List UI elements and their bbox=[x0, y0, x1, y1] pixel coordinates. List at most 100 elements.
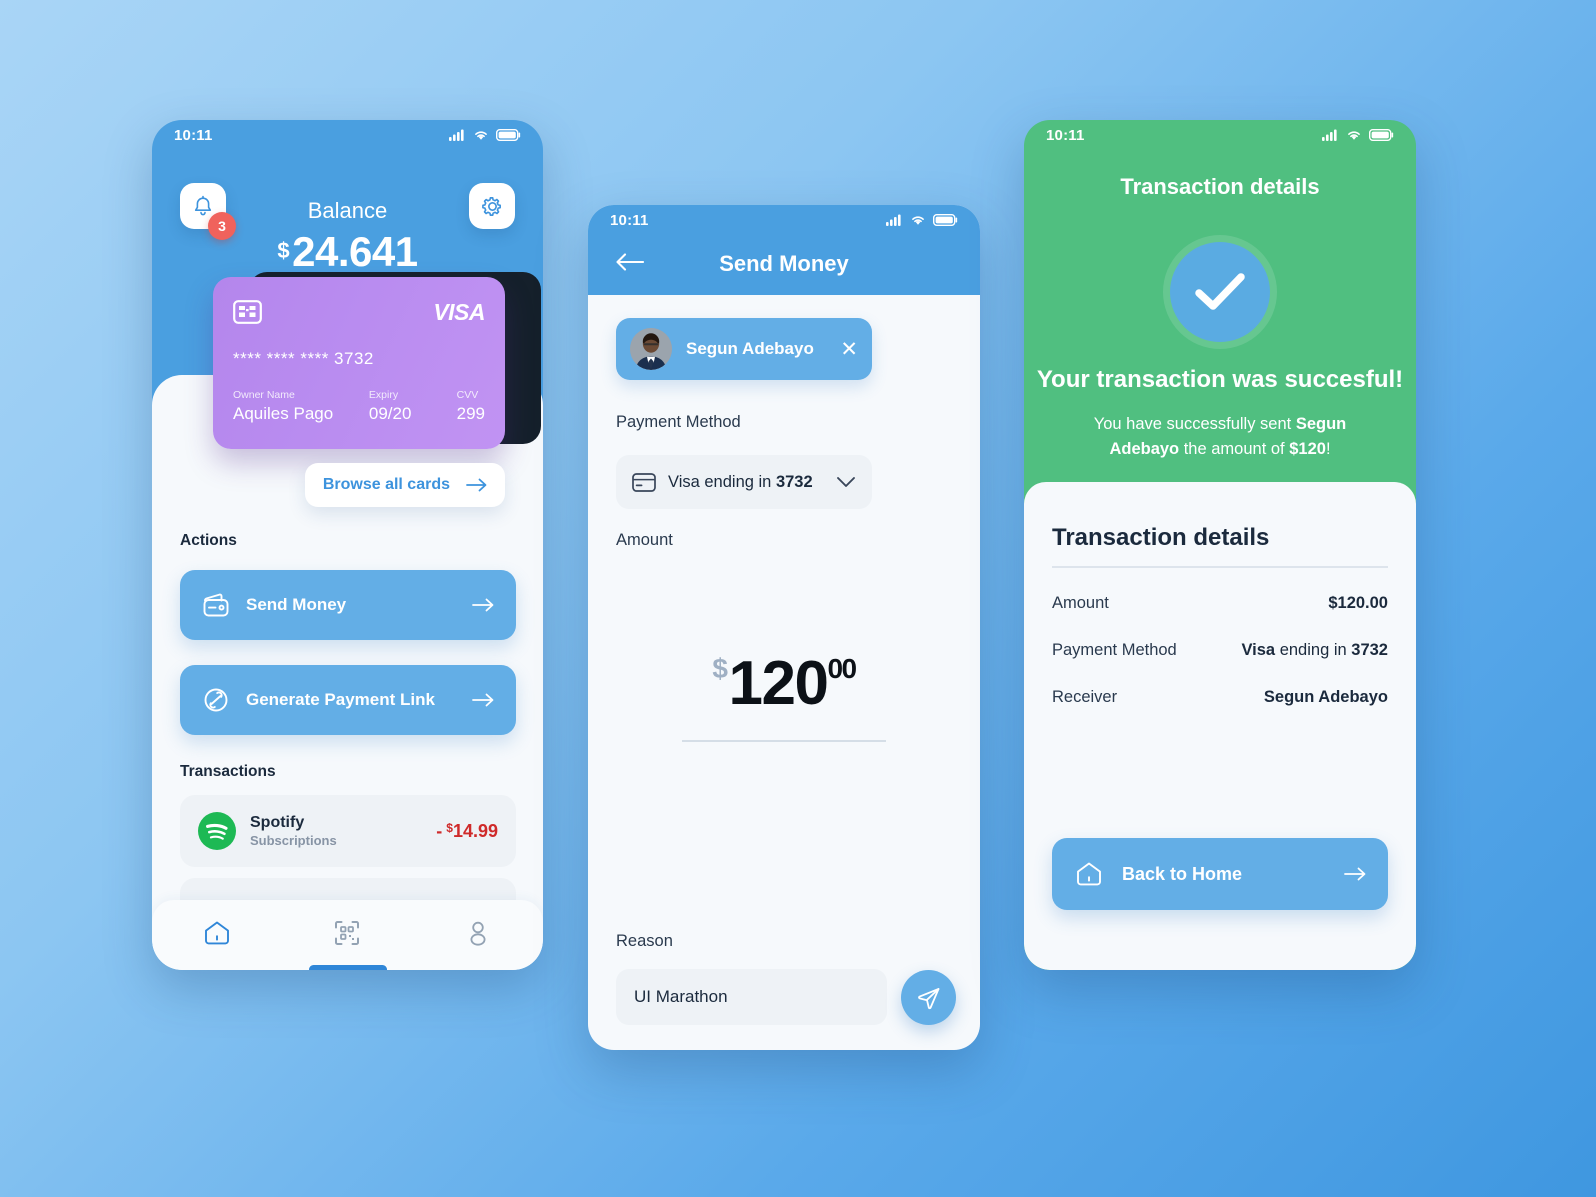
card-expiry-value: 09/20 bbox=[368, 404, 412, 423]
transaction-details-title: Transaction details bbox=[1052, 524, 1270, 551]
qr-code-icon bbox=[335, 920, 360, 945]
credit-card[interactable]: VISA **** **** **** 3732 Owner Name Aqui… bbox=[213, 277, 505, 449]
wifi-icon bbox=[475, 131, 487, 140]
chevron-down-icon bbox=[837, 477, 855, 487]
card-chip-icon bbox=[233, 300, 262, 324]
cellular-signal-icon bbox=[886, 214, 901, 226]
success-header-title: Transaction details bbox=[1120, 174, 1320, 199]
divider bbox=[1052, 566, 1388, 568]
success-subtext-pre: You have successfully sent bbox=[1093, 415, 1296, 433]
transaction-category: Subscriptions bbox=[250, 832, 337, 848]
detail-row-payment-method: Payment Method Visa ending in 3732 bbox=[1052, 641, 1388, 660]
success-subtext-amount: $120 bbox=[1289, 439, 1326, 458]
card-owner-label: Owner Name bbox=[233, 389, 295, 401]
detail-row-receiver: Receiver Segun Adebayo bbox=[1052, 688, 1388, 707]
transaction-sign: - bbox=[436, 820, 443, 841]
amount-currency: $ bbox=[712, 653, 728, 684]
status-time: 10:11 bbox=[1046, 126, 1085, 144]
amount-whole: 120 bbox=[728, 649, 828, 718]
amount-value[interactable]: $12000 bbox=[588, 648, 980, 719]
card-cvv-value: 299 bbox=[456, 404, 485, 423]
check-mark-icon bbox=[1195, 273, 1245, 310]
success-subtext-post: ! bbox=[1325, 439, 1331, 458]
detail-label: Receiver bbox=[1052, 687, 1118, 706]
amount-cents: 00 bbox=[827, 653, 857, 684]
arrow-right-icon bbox=[1344, 867, 1366, 881]
success-check-badge bbox=[1170, 242, 1270, 342]
transaction-name: Spotify bbox=[250, 813, 305, 831]
generate-payment-link-action-label: Generate Payment Link bbox=[246, 690, 435, 709]
transaction-row[interactable]: Spotify Subscriptions - $14.99 bbox=[180, 795, 516, 867]
payment-method-label: Payment Method bbox=[616, 413, 741, 431]
sidebar-item-home[interactable] bbox=[202, 918, 232, 953]
reason-label: Reason bbox=[616, 932, 673, 950]
detail-label: Payment Method bbox=[1052, 640, 1177, 659]
status-bar: 10:11 bbox=[1024, 120, 1416, 150]
paper-plane-icon bbox=[917, 987, 939, 1009]
status-bar: 10:11 bbox=[588, 205, 980, 235]
transaction-details-sheet: Transaction details Amount $120.00 Payme… bbox=[1024, 482, 1416, 970]
detail-value-mid: ending in bbox=[1275, 640, 1352, 659]
detail-value: $120.00 bbox=[1328, 593, 1388, 612]
amount-label: Amount bbox=[616, 531, 673, 549]
close-icon[interactable]: ✕ bbox=[840, 339, 858, 360]
recipient-chip[interactable]: Segun Adebayo ✕ bbox=[616, 318, 872, 380]
phone-home-screen: 10:11 3 Balance $24.641 VISA **** **** *… bbox=[152, 120, 543, 970]
payment-method-last4: 3732 bbox=[775, 472, 813, 491]
detail-label: Amount bbox=[1052, 593, 1109, 612]
link-icon bbox=[204, 688, 228, 712]
card-stack[interactable]: VISA **** **** **** 3732 Owner Name Aqui… bbox=[213, 272, 541, 454]
arrow-right-icon bbox=[472, 693, 494, 707]
wifi-icon bbox=[912, 216, 924, 225]
success-subtext-mid: the amount of bbox=[1179, 439, 1290, 458]
wallet-icon bbox=[203, 593, 229, 617]
transactions-section-title: Transactions bbox=[180, 763, 276, 780]
phone-transaction-success-screen: 10:11 Transaction details Your transacti… bbox=[1024, 120, 1416, 970]
card-brand-label: VISA bbox=[433, 298, 485, 325]
recipient-avatar bbox=[630, 328, 672, 370]
transaction-amount: - $14.99 bbox=[436, 821, 498, 842]
cellular-signal-icon bbox=[449, 129, 464, 141]
send-money-action-label: Send Money bbox=[246, 595, 347, 614]
phone-send-money-screen: 10:11 Send Money Segun Adebayo ✕ Payment… bbox=[588, 205, 980, 1050]
browse-all-cards-label: Browse all cards bbox=[322, 476, 450, 493]
generate-payment-link-action-button[interactable]: Generate Payment Link bbox=[180, 665, 516, 735]
payment-method-select[interactable]: Visa ending in 3732 bbox=[616, 455, 872, 509]
battery-icon bbox=[1369, 129, 1394, 141]
status-bar: 10:11 bbox=[152, 120, 543, 150]
reason-input[interactable] bbox=[616, 969, 887, 1025]
payment-method-text: Visa ending in 3732 bbox=[668, 473, 813, 492]
send-button[interactable] bbox=[901, 970, 956, 1025]
send-money-action-button[interactable]: Send Money bbox=[180, 570, 516, 640]
success-subtext: You have successfully sent Segun Adebayo… bbox=[1068, 412, 1372, 462]
bottom-navigation bbox=[152, 900, 543, 970]
sidebar-item-profile[interactable] bbox=[463, 918, 493, 953]
back-to-home-label: Back to Home bbox=[1122, 863, 1243, 884]
balance-value: 24.641 bbox=[292, 228, 418, 275]
detail-row-amount: Amount $120.00 bbox=[1052, 594, 1388, 613]
home-indicator bbox=[308, 965, 387, 970]
sidebar-item-scan[interactable] bbox=[332, 918, 362, 953]
status-time: 10:11 bbox=[610, 211, 649, 229]
card-expiry-label: Expiry bbox=[368, 389, 399, 401]
home-icon bbox=[205, 921, 230, 944]
page-title: Send Money bbox=[719, 251, 849, 276]
transaction-value: 14.99 bbox=[452, 820, 498, 841]
balance-label: Balance bbox=[307, 198, 388, 223]
amount-underline bbox=[682, 740, 886, 742]
home-icon bbox=[1077, 862, 1101, 886]
status-time: 10:11 bbox=[174, 126, 213, 144]
person-icon bbox=[470, 921, 486, 946]
send-money-header: 10:11 Send Money bbox=[588, 205, 980, 295]
detail-value: Visa ending in 3732 bbox=[1241, 641, 1388, 660]
wifi-icon bbox=[1348, 131, 1360, 140]
detail-value-last4: 3732 bbox=[1351, 640, 1388, 659]
balance-currency: $ bbox=[277, 238, 290, 263]
detail-value-brand: Visa bbox=[1241, 640, 1276, 659]
card-cvv-label: CVV bbox=[456, 389, 479, 401]
detail-value: Segun Adebayo bbox=[1263, 687, 1388, 706]
back-to-home-button[interactable]: Back to Home bbox=[1052, 838, 1388, 910]
battery-icon bbox=[933, 214, 958, 226]
spotify-icon bbox=[198, 812, 236, 850]
browse-all-cards-button[interactable]: Browse all cards bbox=[304, 463, 505, 507]
